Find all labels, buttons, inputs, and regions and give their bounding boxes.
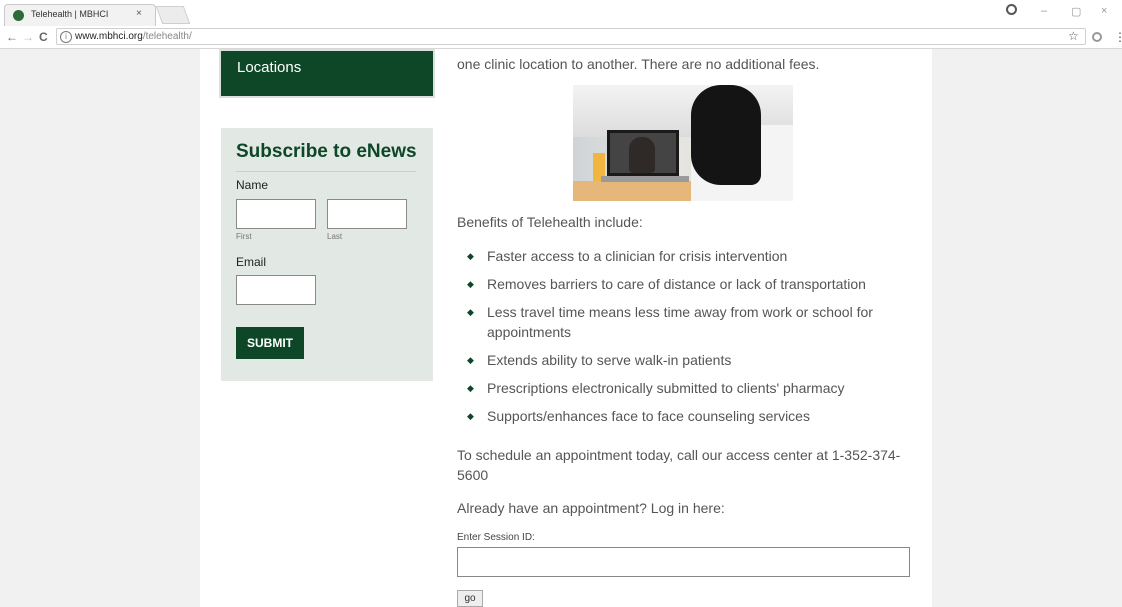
email-label: Email [236,255,267,269]
list-item: ◆ Supports/enhances face to face counseli… [467,406,917,426]
diamond-bullet-icon: ◆ [467,355,474,365]
forward-icon[interactable]: → [22,30,34,44]
url-text: www.mbhci.org/telehealth/ [75,31,192,42]
list-item: ◆ Faster access to a clinician for crisis… [467,246,917,266]
last-name-field[interactable] [327,199,407,229]
benefits-heading: Benefits of Telehealth include: [457,214,643,230]
reload-icon[interactable]: C [39,30,48,44]
tab-close-icon[interactable]: × [136,8,142,19]
site-favicon-icon [13,10,24,21]
first-name-field[interactable] [236,199,316,229]
diamond-bullet-icon: ◆ [467,307,474,317]
telehealth-photo [573,85,793,201]
bookmark-star-icon[interactable]: ☆ [1068,29,1079,43]
back-icon[interactable]: ← [6,30,18,44]
diamond-bullet-icon: ◆ [467,251,474,261]
locations-link[interactable]: Locations [219,49,435,98]
benefit-text: Supports/enhances face to face counselin… [487,408,810,424]
benefit-text: Extends ability to serve walk-in patient… [487,352,732,368]
benefit-text: Less travel time means less time away fr… [487,304,873,340]
intro-text: one clinic location to another. There ar… [457,56,820,72]
benefit-text: Removes barriers to care of distance or … [487,276,866,292]
name-label: Name [236,178,269,192]
browser-tab[interactable]: Telehealth | MBHCI × [4,4,156,26]
benefits-list: ◆ Faster access to a clinician for crisis… [467,246,917,434]
session-id-input[interactable] [457,547,910,577]
close-window-icon[interactable]: × [1101,5,1107,17]
diamond-bullet-icon: ◆ [467,411,474,421]
browser-menu-icon[interactable]: ⋮ [1114,30,1122,44]
first-sublabel: First [236,232,252,241]
minimize-icon[interactable]: – [1041,5,1047,17]
last-sublabel: Last [327,232,343,241]
subscribe-divider [236,171,416,172]
extension-icon[interactable] [1092,32,1102,42]
browser-toolbar: ← → C i www.mbhci.org/telehealth/ ☆ ⋮ [0,26,1122,49]
locations-label: Locations [237,59,302,76]
profile-icon[interactable] [1006,4,1017,15]
url-host: www.mbhci.org [75,31,143,42]
submit-button[interactable]: SUBMIT [236,327,304,359]
tab-title: Telehealth | MBHCI [31,9,109,19]
session-id-label: Enter Session ID: [457,532,535,543]
new-tab-button[interactable] [155,6,191,24]
schedule-text: To schedule an appointment today, call o… [457,447,901,483]
url-path: /telehealth/ [142,31,192,42]
login-prompt: Already have an appointment? Log in here… [457,500,725,516]
list-item: ◆ Removes barriers to care of distance or… [467,274,917,294]
address-bar[interactable]: i www.mbhci.org/telehealth/ [56,28,1086,45]
restore-icon[interactable]: ▢ [1071,5,1081,18]
site-info-icon[interactable]: i [60,31,72,43]
list-item: ◆ Less travel time means less time away f… [467,302,917,342]
diamond-bullet-icon: ◆ [467,383,474,393]
list-item: ◆ Extends ability to serve walk-in patien… [467,350,917,370]
diamond-bullet-icon: ◆ [467,279,474,289]
list-item: ◆ Prescriptions electronically submitted … [467,378,917,398]
subscribe-title: Subscribe to eNews [236,141,417,162]
email-field[interactable] [236,275,316,305]
benefit-text: Faster access to a clinician for crisis … [487,248,788,264]
benefit-text: Prescriptions electronically submitted t… [487,380,845,396]
go-button[interactable]: go [457,590,483,607]
subscribe-form: Subscribe to eNews Name First Last Email… [221,128,433,381]
browser-tabstrip: Telehealth | MBHCI × – ▢ × [0,0,1122,26]
